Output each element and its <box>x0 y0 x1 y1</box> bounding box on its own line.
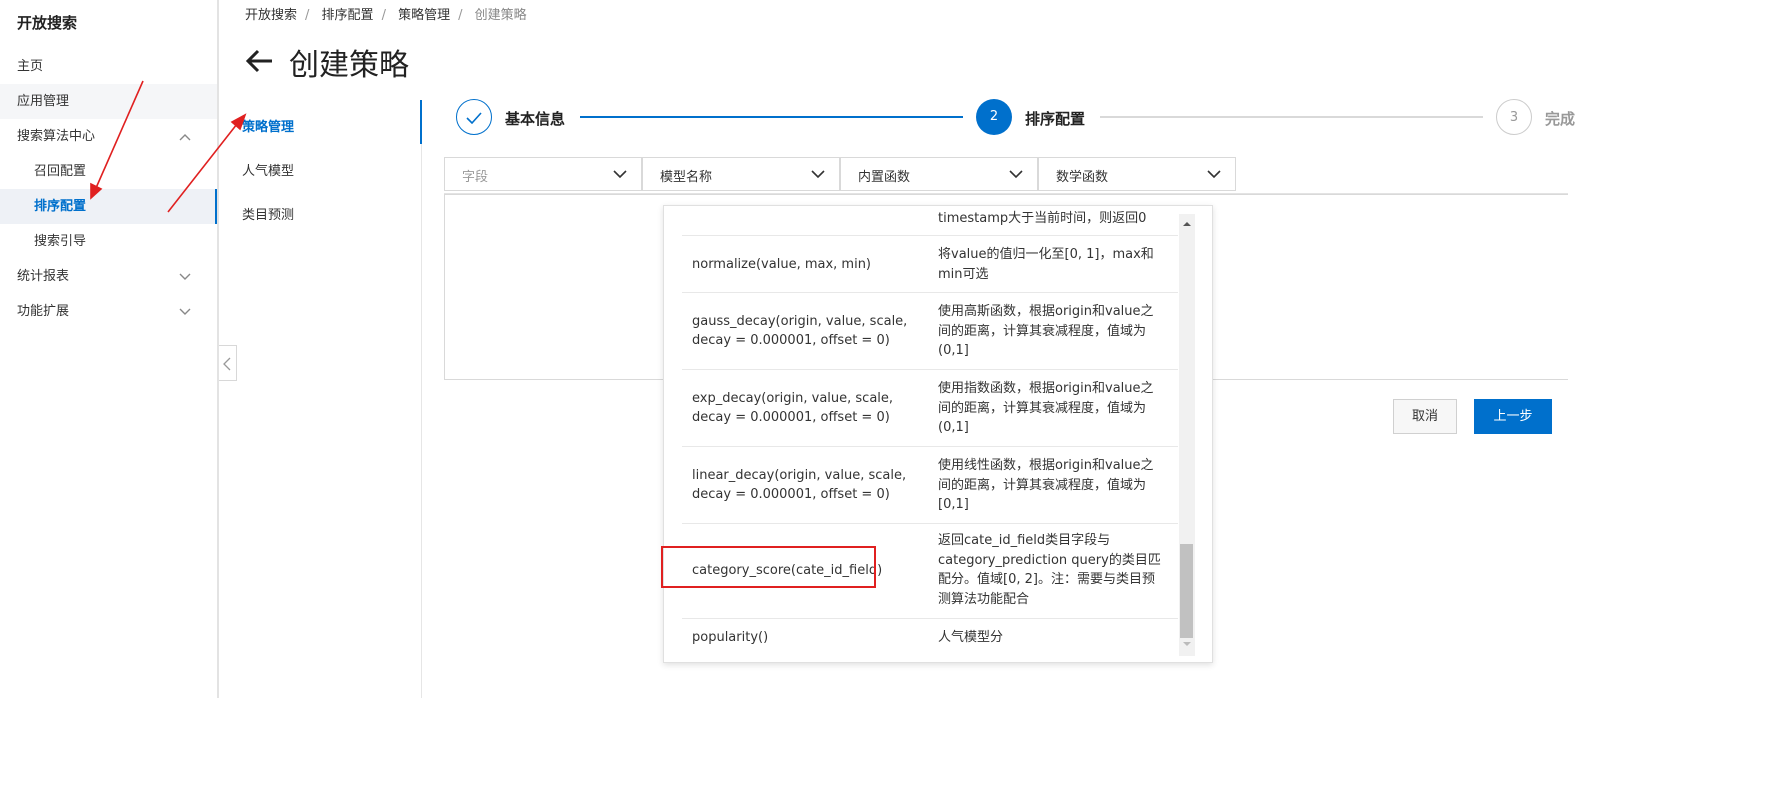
function-signature: category_score(cate_id_field) <box>692 563 883 578</box>
app-title: 开放搜索 <box>17 14 78 32</box>
math-function-select-label: 数学函数 <box>1056 170 1109 185</box>
function-description: timestamp大于当前时间，则返回0 <box>938 211 1147 226</box>
page-title: 创建策略 <box>289 48 409 83</box>
breadcrumb-separator: / <box>305 8 310 23</box>
chevron-down-icon <box>811 170 825 179</box>
function-signature: linear_decay(origin, value, scale, decay… <box>692 468 907 502</box>
sidebar-item-label: 召回配置 <box>34 164 87 179</box>
scroll-down-icon[interactable] <box>1181 638 1193 650</box>
back-arrow-icon[interactable] <box>244 46 274 76</box>
sidebar-item-label: 应用管理 <box>17 94 70 109</box>
function-description: 人气模型分 <box>938 630 1004 645</box>
function-row[interactable]: linear_decay(origin, value, scale, decay… <box>682 447 1178 524</box>
chevron-left-icon <box>223 357 231 371</box>
chevron-down-icon <box>613 170 627 179</box>
chevron-down-icon <box>1009 170 1023 179</box>
math-function-select[interactable]: 数学函数 <box>1038 157 1236 191</box>
step-label: 排序配置 <box>1025 110 1086 128</box>
chevron-down-icon <box>1207 170 1221 179</box>
function-row[interactable]: timestamp大于当前时间，则返回0 <box>682 206 1178 236</box>
check-icon <box>466 112 482 125</box>
field-select-placeholder: 字段 <box>462 170 489 185</box>
subnav-item-popularity-model[interactable]: 人气模型 <box>242 160 294 179</box>
sidebar-item-label: 功能扩展 <box>17 304 70 319</box>
chevron-up-icon <box>179 134 191 141</box>
breadcrumb-item[interactable]: 开放搜索 <box>245 8 297 23</box>
step-connector <box>580 116 963 118</box>
builtin-function-select[interactable]: 内置函数 <box>840 157 1038 191</box>
function-signature: exp_decay(origin, value, scale, decay = … <box>692 391 894 425</box>
step-ranking-config: 2 <box>976 99 1012 135</box>
scrollbar-thumb[interactable] <box>1180 544 1193 638</box>
function-signature: popularity() <box>692 630 769 645</box>
subnav-item-category-prediction[interactable]: 类目预测 <box>242 204 294 223</box>
function-row[interactable]: category_score(cate_id_field) 返回cate_id_… <box>682 524 1178 619</box>
function-row[interactable]: exp_decay(origin, value, scale, decay = … <box>682 370 1178 447</box>
sidebar-item-label: 统计报表 <box>17 269 70 284</box>
sidebar-item-extensions[interactable]: 功能扩展 <box>0 294 217 329</box>
function-row[interactable]: gauss_decay(origin, value, scale, decay … <box>682 293 1178 370</box>
breadcrumb-separator: / <box>458 8 463 23</box>
chevron-down-icon <box>179 308 191 315</box>
breadcrumb-current: 创建策略 <box>474 8 527 23</box>
sidebar-collapse-toggle[interactable] <box>219 345 237 381</box>
sidebar-item-search-guide[interactable]: 搜索引导 <box>0 224 217 259</box>
subnav-active-indicator <box>420 100 422 144</box>
breadcrumb-item[interactable]: 排序配置 <box>322 8 374 23</box>
sidebar-item-label: 排序配置 <box>34 199 87 214</box>
function-description: 使用指数函数，根据origin和value之间的距离，计算其衰减程度，值域为(0… <box>938 381 1154 435</box>
function-description: 返回cate_id_field类目字段与category_prediction … <box>938 533 1161 607</box>
scroll-up-icon[interactable] <box>1181 218 1193 230</box>
step-basic-info <box>456 99 492 135</box>
function-row[interactable]: normalize(value, max, min) 将value的值归一化至[… <box>682 236 1178 293</box>
function-description: 将value的值归一化至[0, 1]，max和min可选 <box>938 247 1154 282</box>
builtin-function-dropdown-list: timestamp大于当前时间，则返回0 normalize(value, ma… <box>663 205 1213 663</box>
field-select[interactable]: 字段 <box>444 157 642 191</box>
sidebar-item-algorithm-center[interactable]: 搜索算法中心 <box>0 119 217 154</box>
previous-step-button[interactable]: 上一步 <box>1474 399 1552 434</box>
model-name-select-label: 模型名称 <box>660 170 713 185</box>
function-row[interactable]: popularity() 人气模型分 <box>682 619 1178 659</box>
subnav-item-strategy-management[interactable]: 策略管理 <box>242 116 294 135</box>
function-description: 使用高斯函数，根据origin和value之间的距离，计算其衰减程度，值域为(0… <box>938 304 1154 358</box>
function-signature: normalize(value, max, min) <box>692 257 872 272</box>
step-label: 基本信息 <box>505 110 566 128</box>
chevron-down-icon <box>179 273 191 280</box>
function-description: 使用线性函数，根据origin和value之间的距离，计算其衰减程度，值域为[0… <box>938 458 1154 512</box>
step-connector <box>1100 116 1483 118</box>
cancel-button[interactable]: 取消 <box>1393 399 1457 434</box>
breadcrumb-item[interactable]: 策略管理 <box>398 8 450 23</box>
sidebar-item-label: 搜索引导 <box>34 234 87 249</box>
sidebar-item-home[interactable]: 主页 <box>0 49 217 84</box>
sidebar-item-ranking-config[interactable]: 排序配置 <box>0 189 217 224</box>
breadcrumb-separator: / <box>381 8 386 23</box>
sidebar-item-label: 主页 <box>17 59 44 74</box>
builtin-function-select-label: 内置函数 <box>858 170 911 185</box>
strategy-subnav: 策略管理 人气模型 类目预测 <box>242 100 422 698</box>
function-signature: gauss_decay(origin, value, scale, decay … <box>692 314 908 348</box>
sidebar-item-recall-config[interactable]: 召回配置 <box>0 154 217 189</box>
step-complete: 3 <box>1496 99 1532 135</box>
breadcrumb: 开放搜索 / 排序配置 / 策略管理 / 创建策略 <box>245 4 533 23</box>
sidebar: 开放搜索 主页 应用管理 搜索算法中心 召回配置 排序配置 搜索引导 统计报表 … <box>0 0 219 698</box>
step-label: 完成 <box>1545 110 1576 128</box>
sidebar-item-app-management[interactable]: 应用管理 <box>0 84 217 119</box>
sidebar-item-label: 搜索算法中心 <box>17 129 96 144</box>
sidebar-item-statistics[interactable]: 统计报表 <box>0 259 217 294</box>
model-name-select[interactable]: 模型名称 <box>642 157 840 191</box>
